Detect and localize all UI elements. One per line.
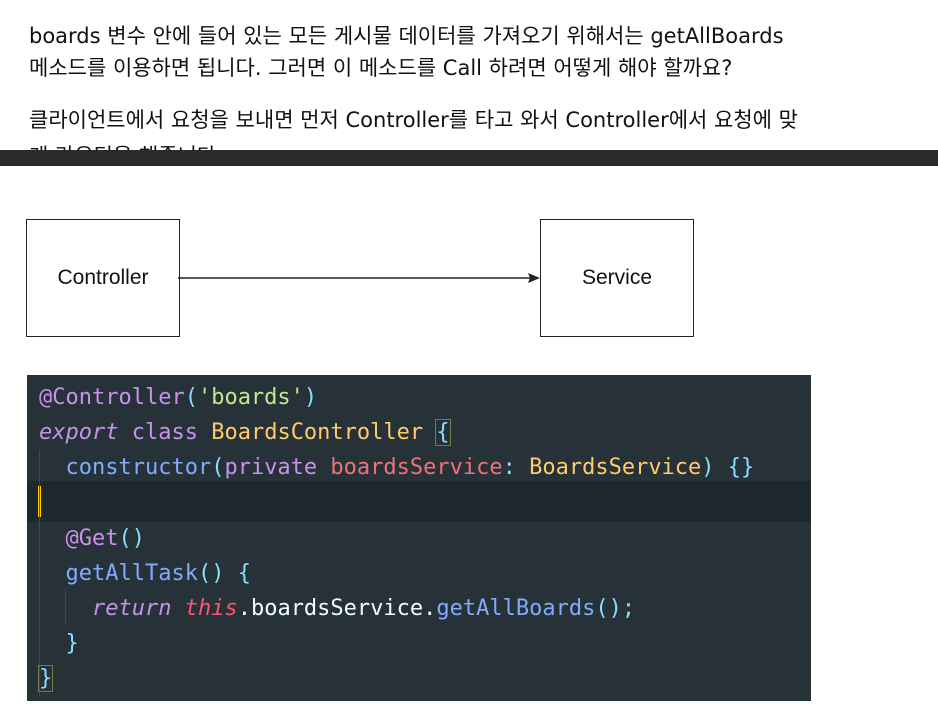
controller-box-label: Controller	[57, 266, 149, 289]
intro-line-1: boards 변수 안에 들어 있는 모든 게시물 데이터를 가져오기 위해서는…	[29, 24, 784, 48]
flow-arrow-icon	[178, 273, 540, 283]
service-box-label: Service	[581, 266, 653, 289]
code-block: @Controller('boards') export class Board…	[27, 375, 811, 701]
routing-line-1: 클라이언트에서 요청을 보내면 먼저 Controller를 타고 와서 Con…	[29, 108, 798, 132]
code-line-5: @Get()	[65, 526, 145, 551]
code-line-7: return this.boardsService.getAllBoards()…	[91, 596, 636, 621]
code-line-3: constructor(private boardsService: Board…	[65, 455, 755, 480]
intro-paragraph: boards 변수 안에 들어 있는 모든 게시물 데이터를 가져오기 위해서는…	[29, 20, 918, 84]
page-break-overlap: 게 라우팅을 해줍니다.	[0, 136, 938, 166]
intro-line-2: 메소드를 이용하면 됩니다. 그러면 이 메소드를 Call 하려면 어떻게 해…	[29, 56, 733, 80]
page-break-bar	[0, 150, 938, 166]
code-line-1: @Controller('boards')	[39, 385, 318, 410]
code-line-8: }	[65, 631, 79, 656]
code-line-9: }	[37, 665, 54, 692]
controller-box: Controller	[26, 219, 180, 337]
routing-paragraph: 클라이언트에서 요청을 보내면 먼저 Controller를 타고 와서 Con…	[29, 104, 918, 136]
code-line-6: getAllTask() {	[65, 561, 251, 586]
code-line-2: export class BoardsController {	[39, 419, 451, 446]
active-line-highlight	[27, 481, 811, 522]
service-box: Service	[540, 219, 694, 337]
